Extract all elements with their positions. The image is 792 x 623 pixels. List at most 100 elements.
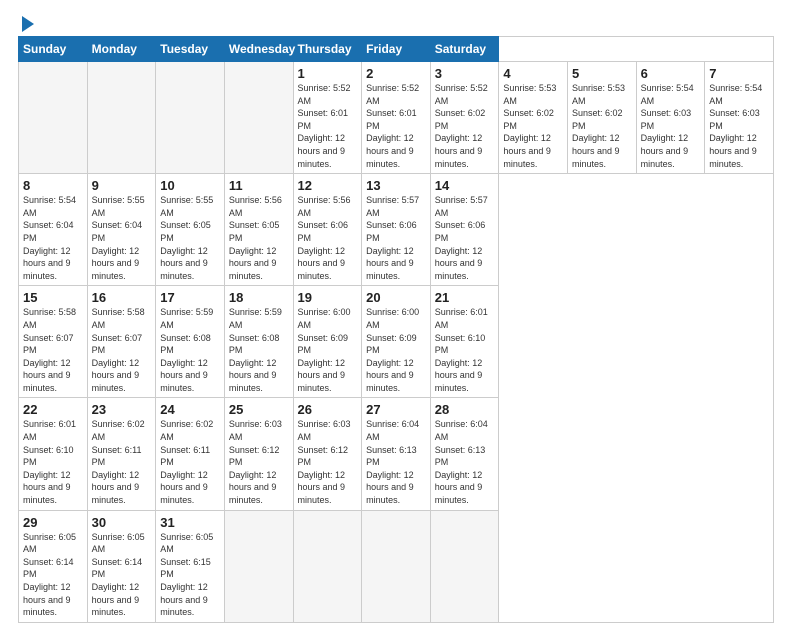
day-number: 1 xyxy=(298,66,358,81)
calendar-cell xyxy=(430,510,499,622)
calendar-cell: 1Sunrise: 5:52 AMSunset: 6:01 PMDaylight… xyxy=(293,62,362,174)
day-number: 27 xyxy=(366,402,426,417)
calendar-cell xyxy=(19,62,88,174)
calendar-cell: 2Sunrise: 5:52 AMSunset: 6:01 PMDaylight… xyxy=(362,62,431,174)
day-info: Sunrise: 5:57 AMSunset: 6:06 PMDaylight:… xyxy=(366,194,426,282)
day-info: Sunrise: 6:05 AMSunset: 6:14 PMDaylight:… xyxy=(92,531,152,619)
calendar-cell: 18Sunrise: 5:59 AMSunset: 6:08 PMDayligh… xyxy=(224,286,293,398)
calendar-cell: 23Sunrise: 6:02 AMSunset: 6:11 PMDayligh… xyxy=(87,398,156,510)
day-info: Sunrise: 5:59 AMSunset: 6:08 PMDaylight:… xyxy=(229,306,289,394)
day-number: 21 xyxy=(435,290,495,305)
day-number: 31 xyxy=(160,515,220,530)
day-info: Sunrise: 5:59 AMSunset: 6:08 PMDaylight:… xyxy=(160,306,220,394)
day-number: 14 xyxy=(435,178,495,193)
day-info: Sunrise: 6:04 AMSunset: 6:13 PMDaylight:… xyxy=(435,418,495,506)
col-header-monday: Monday xyxy=(87,37,156,62)
calendar-cell: 14Sunrise: 5:57 AMSunset: 6:06 PMDayligh… xyxy=(430,174,499,286)
calendar-cell: 3Sunrise: 5:52 AMSunset: 6:02 PMDaylight… xyxy=(430,62,499,174)
page: SundayMondayTuesdayWednesdayThursdayFrid… xyxy=(0,0,792,612)
day-info: Sunrise: 6:01 AMSunset: 6:10 PMDaylight:… xyxy=(23,418,83,506)
calendar-cell xyxy=(156,62,225,174)
day-number: 22 xyxy=(23,402,83,417)
calendar-cell: 12Sunrise: 5:56 AMSunset: 6:06 PMDayligh… xyxy=(293,174,362,286)
day-number: 20 xyxy=(366,290,426,305)
day-number: 12 xyxy=(298,178,358,193)
day-info: Sunrise: 6:00 AMSunset: 6:09 PMDaylight:… xyxy=(366,306,426,394)
calendar-cell: 9Sunrise: 5:55 AMSunset: 6:04 PMDaylight… xyxy=(87,174,156,286)
day-number: 16 xyxy=(92,290,152,305)
day-number: 29 xyxy=(23,515,83,530)
calendar-cell: 13Sunrise: 5:57 AMSunset: 6:06 PMDayligh… xyxy=(362,174,431,286)
calendar-cell: 22Sunrise: 6:01 AMSunset: 6:10 PMDayligh… xyxy=(19,398,88,510)
calendar-cell xyxy=(224,62,293,174)
day-number: 9 xyxy=(92,178,152,193)
day-number: 23 xyxy=(92,402,152,417)
day-info: Sunrise: 5:54 AMSunset: 6:04 PMDaylight:… xyxy=(23,194,83,282)
day-info: Sunrise: 5:55 AMSunset: 6:05 PMDaylight:… xyxy=(160,194,220,282)
calendar-cell: 7Sunrise: 5:54 AMSunset: 6:03 PMDaylight… xyxy=(705,62,774,174)
day-info: Sunrise: 5:52 AMSunset: 6:01 PMDaylight:… xyxy=(366,82,426,170)
day-number: 30 xyxy=(92,515,152,530)
calendar-cell: 16Sunrise: 5:58 AMSunset: 6:07 PMDayligh… xyxy=(87,286,156,398)
col-header-friday: Friday xyxy=(362,37,431,62)
day-info: Sunrise: 6:02 AMSunset: 6:11 PMDaylight:… xyxy=(92,418,152,506)
day-info: Sunrise: 6:00 AMSunset: 6:09 PMDaylight:… xyxy=(298,306,358,394)
calendar-cell: 6Sunrise: 5:54 AMSunset: 6:03 PMDaylight… xyxy=(636,62,705,174)
day-info: Sunrise: 6:02 AMSunset: 6:11 PMDaylight:… xyxy=(160,418,220,506)
day-info: Sunrise: 5:52 AMSunset: 6:01 PMDaylight:… xyxy=(298,82,358,170)
day-info: Sunrise: 5:54 AMSunset: 6:03 PMDaylight:… xyxy=(641,82,701,170)
calendar-cell: 17Sunrise: 5:59 AMSunset: 6:08 PMDayligh… xyxy=(156,286,225,398)
calendar-cell: 29Sunrise: 6:05 AMSunset: 6:14 PMDayligh… xyxy=(19,510,88,622)
day-number: 4 xyxy=(503,66,563,81)
day-number: 28 xyxy=(435,402,495,417)
calendar-cell: 30Sunrise: 6:05 AMSunset: 6:14 PMDayligh… xyxy=(87,510,156,622)
day-number: 13 xyxy=(366,178,426,193)
day-number: 25 xyxy=(229,402,289,417)
calendar-cell: 25Sunrise: 6:03 AMSunset: 6:12 PMDayligh… xyxy=(224,398,293,510)
day-number: 10 xyxy=(160,178,220,193)
day-number: 6 xyxy=(641,66,701,81)
day-info: Sunrise: 6:03 AMSunset: 6:12 PMDaylight:… xyxy=(229,418,289,506)
day-info: Sunrise: 5:56 AMSunset: 6:05 PMDaylight:… xyxy=(229,194,289,282)
day-number: 8 xyxy=(23,178,83,193)
calendar-cell: 15Sunrise: 5:58 AMSunset: 6:07 PMDayligh… xyxy=(19,286,88,398)
calendar-cell: 19Sunrise: 6:00 AMSunset: 6:09 PMDayligh… xyxy=(293,286,362,398)
day-info: Sunrise: 5:53 AMSunset: 6:02 PMDaylight:… xyxy=(572,82,632,170)
day-info: Sunrise: 6:03 AMSunset: 6:12 PMDaylight:… xyxy=(298,418,358,506)
day-info: Sunrise: 6:05 AMSunset: 6:15 PMDaylight:… xyxy=(160,531,220,619)
calendar-table: SundayMondayTuesdayWednesdayThursdayFrid… xyxy=(18,36,774,623)
day-number: 2 xyxy=(366,66,426,81)
col-header-sunday: Sunday xyxy=(19,37,88,62)
col-header-thursday: Thursday xyxy=(293,37,362,62)
calendar-cell: 4Sunrise: 5:53 AMSunset: 6:02 PMDaylight… xyxy=(499,62,568,174)
calendar-cell: 5Sunrise: 5:53 AMSunset: 6:02 PMDaylight… xyxy=(568,62,637,174)
calendar-cell xyxy=(87,62,156,174)
day-number: 24 xyxy=(160,402,220,417)
calendar-cell xyxy=(293,510,362,622)
day-number: 18 xyxy=(229,290,289,305)
day-info: Sunrise: 5:55 AMSunset: 6:04 PMDaylight:… xyxy=(92,194,152,282)
calendar-cell: 11Sunrise: 5:56 AMSunset: 6:05 PMDayligh… xyxy=(224,174,293,286)
calendar-cell xyxy=(362,510,431,622)
day-number: 19 xyxy=(298,290,358,305)
calendar-cell: 24Sunrise: 6:02 AMSunset: 6:11 PMDayligh… xyxy=(156,398,225,510)
day-number: 11 xyxy=(229,178,289,193)
calendar-cell: 27Sunrise: 6:04 AMSunset: 6:13 PMDayligh… xyxy=(362,398,431,510)
day-info: Sunrise: 5:56 AMSunset: 6:06 PMDaylight:… xyxy=(298,194,358,282)
day-info: Sunrise: 6:04 AMSunset: 6:13 PMDaylight:… xyxy=(366,418,426,506)
day-number: 3 xyxy=(435,66,495,81)
calendar-cell: 26Sunrise: 6:03 AMSunset: 6:12 PMDayligh… xyxy=(293,398,362,510)
day-info: Sunrise: 5:52 AMSunset: 6:02 PMDaylight:… xyxy=(435,82,495,170)
day-info: Sunrise: 5:57 AMSunset: 6:06 PMDaylight:… xyxy=(435,194,495,282)
calendar-cell: 31Sunrise: 6:05 AMSunset: 6:15 PMDayligh… xyxy=(156,510,225,622)
calendar-cell: 10Sunrise: 5:55 AMSunset: 6:05 PMDayligh… xyxy=(156,174,225,286)
day-info: Sunrise: 5:53 AMSunset: 6:02 PMDaylight:… xyxy=(503,82,563,170)
calendar-cell: 8Sunrise: 5:54 AMSunset: 6:04 PMDaylight… xyxy=(19,174,88,286)
day-number: 5 xyxy=(572,66,632,81)
calendar-cell xyxy=(224,510,293,622)
calendar-cell: 21Sunrise: 6:01 AMSunset: 6:10 PMDayligh… xyxy=(430,286,499,398)
header xyxy=(18,18,774,26)
day-number: 7 xyxy=(709,66,769,81)
calendar-cell: 28Sunrise: 6:04 AMSunset: 6:13 PMDayligh… xyxy=(430,398,499,510)
day-info: Sunrise: 5:54 AMSunset: 6:03 PMDaylight:… xyxy=(709,82,769,170)
